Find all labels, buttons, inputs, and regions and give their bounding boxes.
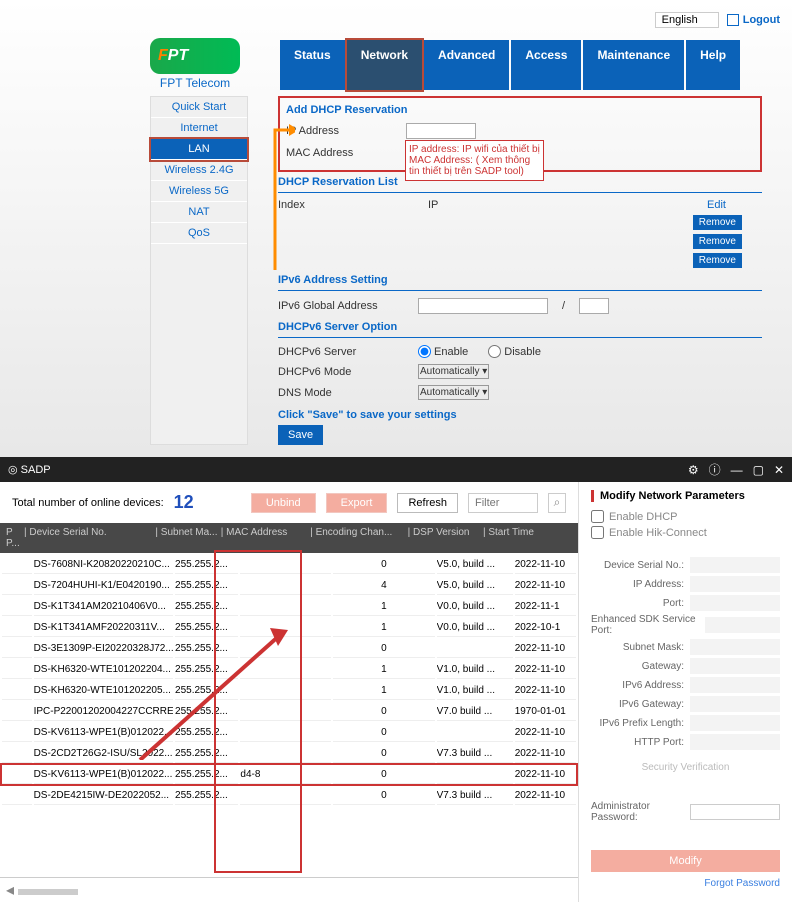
chk-dhcp[interactable] (591, 510, 604, 523)
logout-icon (727, 14, 739, 26)
radio-enable[interactable] (418, 345, 431, 358)
table-row[interactable]: DS-K1T341AMF20220311V...255.255.2...1V0.… (2, 618, 576, 637)
table-row[interactable]: DS-KV6113-WPE1(B)012022...255.255.2...d4… (2, 765, 576, 784)
annotation-note: IP address: IP wifi của thiết bịMAC Addr… (405, 140, 544, 181)
side-lan[interactable]: LAN (151, 139, 247, 160)
main-nav: Status Network Advanced Access Maintenan… (280, 40, 740, 90)
forgot-link[interactable]: Forgot Password (591, 878, 780, 889)
lang-select[interactable]: English (655, 12, 719, 28)
search-icon[interactable]: ⌕ (548, 493, 566, 513)
field-value[interactable] (690, 696, 780, 712)
lbl-v6g: IPv6 Global Address (278, 300, 408, 312)
minimize-icon[interactable]: — (731, 463, 743, 477)
export-button[interactable]: Export (326, 493, 388, 513)
panel-title: Modify Network Parameters (591, 490, 780, 502)
th-ip: IP (428, 199, 438, 211)
remove-1[interactable]: Remove (693, 215, 742, 230)
sadp-logo-icon: ◎ (8, 463, 18, 476)
nav-access[interactable]: Access (511, 40, 581, 90)
ip-input[interactable] (406, 123, 476, 139)
sel-dns[interactable]: Automatically ▾ (418, 385, 489, 400)
field-value[interactable] (690, 576, 780, 592)
field-value[interactable] (690, 734, 780, 750)
table-row[interactable]: DS-3E1309P-EI20220328J72...255.255.2...0… (2, 639, 576, 658)
table-row[interactable]: DS-KV6113-WPE1(B)012022...255.255.2...02… (2, 723, 576, 742)
admin-pw-input[interactable] (690, 804, 780, 820)
radio-disable[interactable] (488, 345, 501, 358)
remove-2[interactable]: Remove (693, 234, 742, 249)
table-row[interactable]: DS-7608NI-K20820220210C...255.255.2...0V… (2, 555, 576, 574)
field-value[interactable] (690, 658, 780, 674)
field-value[interactable] (690, 677, 780, 693)
side-qos[interactable]: QoS (151, 223, 247, 244)
field-value[interactable] (705, 617, 780, 633)
table-row[interactable]: DS-KH6320-WTE101202204...255.255.2...1V1… (2, 660, 576, 679)
table-header: P P...| Device Serial No.| Subnet Ma...|… (0, 523, 578, 553)
unbind-button[interactable]: Unbind (251, 493, 316, 513)
table-row[interactable]: DS-7204HUHI-K1/E0420190...255.255.2...4V… (2, 576, 576, 595)
table-row[interactable]: IPC-P22001202004227CCRRE...255.255.2...0… (2, 702, 576, 721)
chk-hik[interactable] (591, 526, 604, 539)
table-row[interactable]: DS-KH6320-WTE101202205...255.255.2...1V1… (2, 681, 576, 700)
v6-input-2[interactable] (579, 298, 609, 314)
lbl-mac: MAC Address (286, 147, 396, 159)
modify-button[interactable]: Modify (591, 850, 780, 872)
close-icon[interactable]: ✕ (774, 463, 784, 477)
side-nav: Quick Start Internet LAN Wireless 2.4G W… (150, 96, 248, 445)
total-count: 12 (174, 492, 194, 513)
field-value[interactable] (690, 715, 780, 731)
remove-3[interactable]: Remove (693, 253, 742, 268)
table-row[interactable]: DS-K1T341AM20210406V0...255.255.2...1V0.… (2, 597, 576, 616)
nav-help[interactable]: Help (686, 40, 740, 90)
sel-d6m[interactable]: Automatically ▾ (418, 364, 489, 379)
sadp-titlebar: ◎ SADP ⚙ ⓘ — ▢ ✕ (0, 457, 792, 482)
maximize-icon[interactable]: ▢ (753, 463, 764, 477)
nav-network[interactable]: Network (347, 40, 422, 90)
lbl-admin: Administrator Password: (591, 801, 684, 823)
side-quickstart[interactable]: Quick Start (151, 97, 247, 118)
table-row[interactable]: DS-2CD2T26G2-ISU/SL2022...255.255.2...0V… (2, 744, 576, 763)
total-label: Total number of online devices: (12, 497, 164, 509)
table-row[interactable]: DS-2DE4215IW-DE2022052...255.255.2...0V7… (2, 786, 576, 805)
lbl-dns: DNS Mode (278, 387, 408, 399)
save-button[interactable]: Save (278, 425, 323, 445)
sect-d6: DHCPv6 Server Option (278, 317, 762, 338)
side-internet[interactable]: Internet (151, 118, 247, 139)
sect-v6: IPv6 Address Setting (278, 270, 762, 291)
settings-icon[interactable]: ⚙ (688, 463, 699, 477)
lbl-d6s: DHCPv6 Server (278, 346, 408, 358)
help-icon[interactable]: ⓘ (709, 461, 721, 478)
refresh-button[interactable]: Refresh (397, 493, 458, 513)
field-value[interactable] (690, 639, 780, 655)
logout-button[interactable]: Logout (727, 14, 780, 26)
filter-input[interactable] (468, 493, 538, 513)
lbl-ip: IP Address (286, 125, 396, 137)
side-w24[interactable]: Wireless 2.4G (151, 160, 247, 181)
side-w5[interactable]: Wireless 5G (151, 181, 247, 202)
sec-verif: Security Verification (591, 762, 780, 773)
th-index: Index (278, 199, 388, 211)
v6-input-1[interactable] (418, 298, 548, 314)
th-edit: Edit (707, 199, 726, 211)
field-value[interactable] (690, 557, 780, 573)
nav-advanced[interactable]: Advanced (424, 40, 509, 90)
brand-logo: FPT FPT Telecom (150, 38, 240, 90)
save-hint: Click "Save" to save your settings (278, 409, 762, 421)
nav-maintenance[interactable]: Maintenance (583, 40, 684, 90)
nav-status[interactable]: Status (280, 40, 345, 90)
h-scrollbar[interactable]: ◂ (0, 877, 578, 902)
side-nat[interactable]: NAT (151, 202, 247, 223)
lbl-d6m: DHCPv6 Mode (278, 366, 408, 378)
field-value[interactable] (690, 595, 780, 611)
sect-add: Add DHCP Reservation (286, 100, 754, 120)
